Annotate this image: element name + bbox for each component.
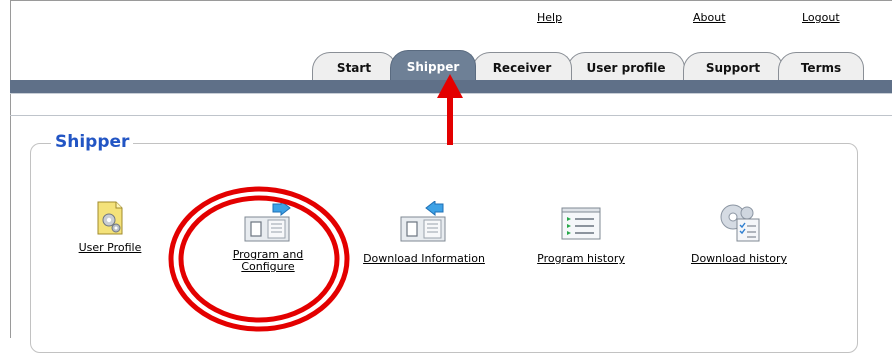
- tab-support[interactable]: Support: [683, 52, 783, 80]
- tab-start[interactable]: Start: [312, 52, 396, 80]
- download-history-label: Download history: [690, 252, 787, 265]
- annotation-circle: [168, 186, 350, 332]
- download-information-item[interactable]: Download Information: [349, 201, 499, 265]
- about-link[interactable]: About: [693, 11, 726, 24]
- program-history-item[interactable]: Program history: [506, 207, 656, 265]
- program-history-icon: [561, 207, 601, 240]
- panel-title: Shipper: [51, 132, 134, 152]
- logout-link[interactable]: Logout: [802, 11, 840, 24]
- tab-receiver[interactable]: Receiver: [472, 52, 572, 80]
- annotation-arrow-shaft: [447, 95, 453, 145]
- download-history-icon: [720, 204, 760, 242]
- user-profile-label: User Profile: [78, 241, 142, 254]
- download-information-label: Download Information: [363, 252, 485, 265]
- user-profile-icon: [97, 201, 123, 235]
- tab-shipper[interactable]: Shipper: [390, 50, 476, 80]
- program-history-label: Program history: [537, 252, 625, 265]
- download-information-icon: [400, 201, 446, 242]
- help-link[interactable]: Help: [537, 11, 562, 24]
- tab-user-profile[interactable]: User profile: [567, 52, 685, 80]
- download-history-item[interactable]: Download history: [664, 204, 814, 265]
- frame-top-border: [10, 0, 892, 1]
- tab-terms[interactable]: Terms: [778, 52, 864, 80]
- user-profile-item[interactable]: User Profile: [35, 200, 185, 254]
- frame-left-border: [10, 0, 11, 338]
